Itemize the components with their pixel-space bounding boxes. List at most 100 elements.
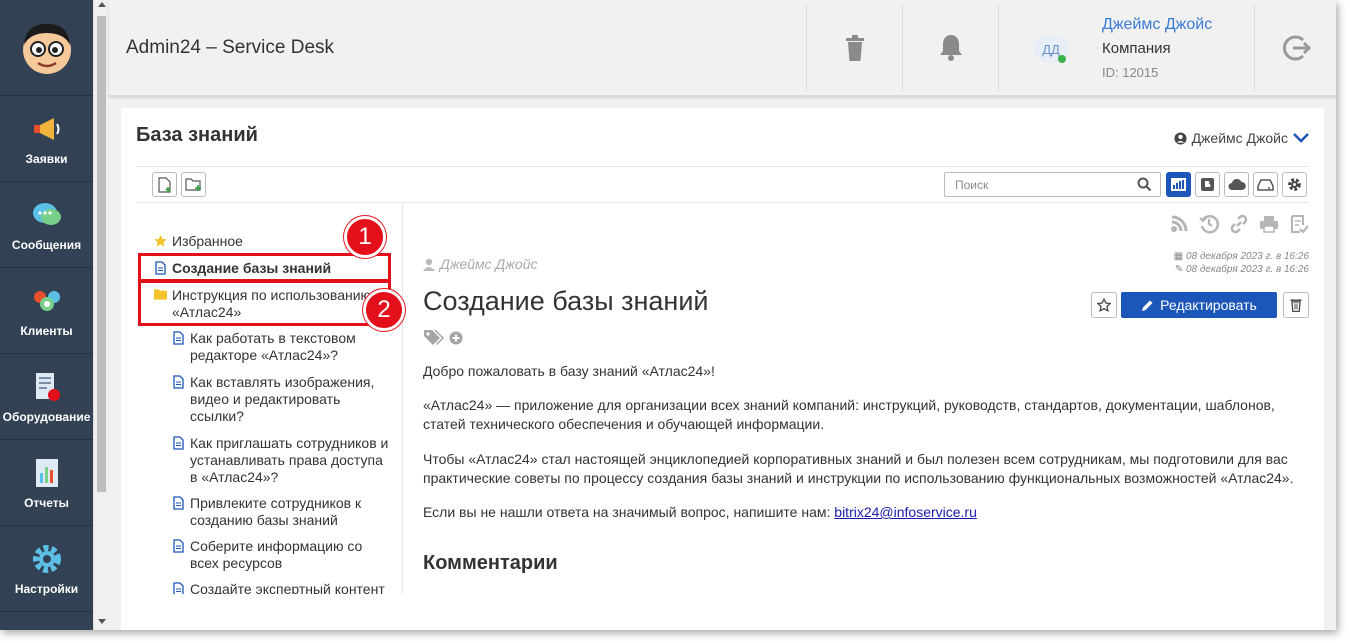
notifications-button[interactable] xyxy=(902,4,998,92)
document-icon xyxy=(172,375,185,390)
sidebar-item-equipment[interactable]: Оборудование xyxy=(0,354,93,440)
tags-area xyxy=(423,328,463,348)
tree-item[interactable]: Соберите информацию со всех ресурсов xyxy=(172,538,394,572)
tree-item-label: Соберите информацию со всех ресурсов xyxy=(190,538,363,571)
sidebar-item-requests[interactable]: Заявки xyxy=(0,96,93,182)
new-folder-button[interactable] xyxy=(181,172,206,197)
email-link[interactable]: bitrix24@infoservice.ru xyxy=(834,504,977,520)
edit-button[interactable]: Редактировать xyxy=(1121,292,1277,318)
new-document-icon xyxy=(157,176,171,193)
tree-item-label: Как приглашать сотрудников и устанавлива… xyxy=(190,435,389,485)
comments-heading: Комментарии xyxy=(423,552,558,574)
favorite-button[interactable] xyxy=(1091,292,1117,318)
settings-button[interactable] xyxy=(1282,172,1307,197)
tree-item-favorites[interactable]: Избранное xyxy=(154,233,243,250)
report-icon xyxy=(30,456,64,490)
megaphone-icon xyxy=(30,112,64,146)
highlight-box-1 xyxy=(138,253,391,282)
delete-button[interactable] xyxy=(1283,292,1309,318)
created-date: 08 декабря 2023 г. в 16:26 xyxy=(1185,251,1309,262)
edit-date-icon: ✎ xyxy=(1174,264,1184,275)
app-title: Admin24 – Service Desk xyxy=(126,37,335,58)
scroll-up-arrow-icon[interactable] xyxy=(98,2,106,7)
sidebar-item-clients[interactable]: Клиенты xyxy=(0,268,93,354)
tree-item[interactable]: Как вставлять изображения, видео и редак… xyxy=(172,374,394,425)
sidebar-item-reports[interactable]: Отчеты xyxy=(0,440,93,526)
cloud-icon xyxy=(1228,178,1246,190)
trash-icon xyxy=(1290,299,1302,312)
share-icon[interactable] xyxy=(1169,214,1189,234)
blogger-icon xyxy=(1201,178,1214,191)
gear-icon xyxy=(1288,178,1301,191)
kb-tree: Избранное Создание базы знаний Инструкци… xyxy=(136,204,403,594)
checklist-icon[interactable] xyxy=(1289,214,1309,234)
users-icon xyxy=(30,284,64,318)
contact-text: Если вы не нашли ответа на значимый вопр… xyxy=(423,504,835,520)
sidebar-item-label: Клиенты xyxy=(20,323,73,338)
scroll-down-arrow-icon[interactable] xyxy=(98,619,106,624)
blog-button[interactable] xyxy=(1195,172,1220,197)
avatar-face-icon xyxy=(22,23,71,74)
sidebar-item-messages[interactable]: Сообщения xyxy=(0,182,93,268)
gear-icon xyxy=(30,542,64,576)
page-scrollbar[interactable] xyxy=(93,0,109,630)
highlight-box-2 xyxy=(138,280,391,326)
add-tag-icon[interactable] xyxy=(449,331,463,345)
tree-item[interactable]: Как приглашать сотрудников и устанавлива… xyxy=(172,435,394,486)
article-dates: ▦ 08 декабря 2023 г. в 16:26 ✎ 08 декабр… xyxy=(1174,250,1309,276)
history-icon[interactable] xyxy=(1199,214,1219,234)
bell-icon xyxy=(939,35,962,61)
search-icon xyxy=(1137,177,1152,192)
trash-button[interactable] xyxy=(806,4,902,92)
kb-user-dropdown[interactable]: Джеймс Джойс xyxy=(1174,130,1309,146)
article-author: Джеймс Джойс xyxy=(423,256,537,272)
article-paragraph: Добро пожаловать в базу знаний «Атлас24»… xyxy=(423,363,715,379)
new-folder-icon xyxy=(184,178,201,191)
article-paragraph: «Атлас24» — приложение для организации в… xyxy=(423,397,1275,432)
cloud-button[interactable] xyxy=(1224,172,1249,197)
tree-item-label: Как работать в текстовом редакторе «Атла… xyxy=(190,330,356,363)
document-icon xyxy=(172,539,185,554)
sidebar-item-settings[interactable]: Настройки xyxy=(0,526,93,612)
logout-button[interactable] xyxy=(1254,4,1336,92)
page-title: База знаний xyxy=(136,124,258,146)
storage-button[interactable] xyxy=(1253,172,1278,197)
view-analytics-button[interactable] xyxy=(1166,172,1191,197)
chevron-down-icon xyxy=(1293,133,1309,143)
step-badge-2: 2 xyxy=(363,289,405,331)
tree-item[interactable]: Создайте экспертный контент xyxy=(172,581,394,594)
document-icon xyxy=(172,331,185,346)
new-document-button[interactable] xyxy=(152,172,177,197)
user-circle-icon xyxy=(1174,131,1187,145)
search-input[interactable]: Поиск xyxy=(944,172,1161,197)
user-name-link[interactable]: Джеймс Джойс xyxy=(1102,16,1212,34)
scroll-thumb[interactable] xyxy=(97,16,106,492)
user-id: ID: 12015 xyxy=(1102,65,1159,80)
sidebar-item-label: Оборудование xyxy=(2,409,91,424)
logout-icon xyxy=(1282,35,1311,61)
link-icon[interactable] xyxy=(1229,214,1249,234)
tree-item[interactable]: Привлеките сотрудников к созданию базы з… xyxy=(172,495,394,529)
pencil-icon xyxy=(1142,300,1153,311)
tags-icon xyxy=(424,330,444,345)
kb-user-name: Джеймс Джойс xyxy=(1191,130,1288,146)
sidebar-item-label: Отчеты xyxy=(24,495,69,510)
sidebar-item-label: Заявки xyxy=(25,151,68,166)
article: Джеймс Джойс ▦ 08 декабря 2023 г. в 16:2… xyxy=(423,204,1309,624)
top-header: Admin24 – Service Desk ДД Джеймс Джойс К… xyxy=(109,0,1336,96)
tree-item-label: Как вставлять изображения, видео и редак… xyxy=(190,374,375,424)
logo[interactable] xyxy=(0,0,93,96)
hard-drive-icon xyxy=(1257,178,1274,191)
tree-item[interactable]: Как работать в текстовом редакторе «Атла… xyxy=(172,330,394,364)
equipment-icon xyxy=(30,370,64,404)
chart-view-icon xyxy=(1171,178,1186,191)
print-icon[interactable] xyxy=(1259,214,1279,234)
article-title: Создание базы знаний xyxy=(423,286,709,316)
user-company: Компания xyxy=(1102,40,1171,57)
star-icon xyxy=(154,234,167,249)
calendar-icon: ▦ xyxy=(1173,251,1184,262)
tree-item-label: Привлеките сотрудников к созданию базы з… xyxy=(190,495,362,528)
divider xyxy=(136,202,1309,203)
edit-button-label: Редактировать xyxy=(1160,297,1257,313)
article-author-name: Джеймс Джойс xyxy=(440,256,538,272)
